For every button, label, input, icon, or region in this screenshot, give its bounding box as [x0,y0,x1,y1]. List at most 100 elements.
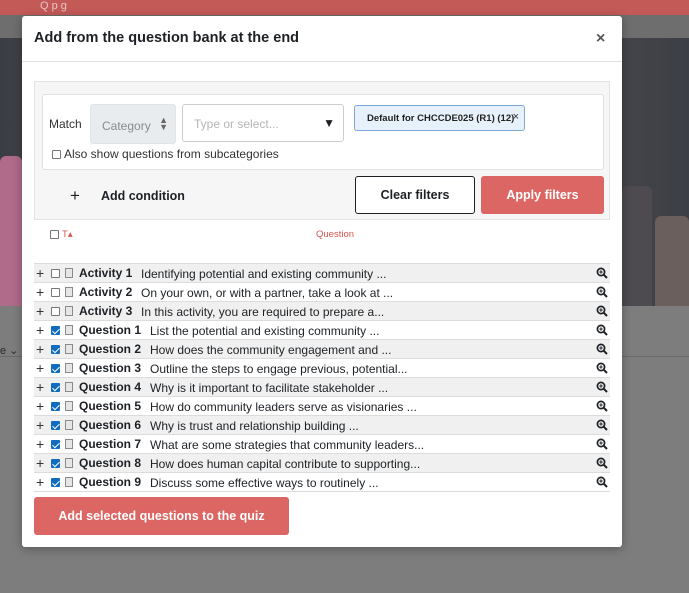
subcategories-checkbox[interactable] [52,149,61,159]
preview-zoom-icon[interactable] [596,457,608,469]
question-text: In this activity, you are required to pr… [141,305,385,319]
question-type-icon [65,363,73,373]
expand-plus-icon[interactable]: + [36,435,44,453]
question-name: Activity 3 [79,304,133,318]
expand-plus-icon[interactable]: + [36,378,44,396]
category-search-input[interactable]: Type or select... ▼ [182,104,344,142]
dropdown-caret-icon[interactable]: ▼ [323,116,335,130]
table-row[interactable]: + Question 8 How does human capital contri… [34,454,610,473]
question-type-icon [65,268,73,278]
question-text: How does human capital contribute to sup… [150,457,421,471]
question-name: Question 7 [79,437,142,451]
plus-icon: + [70,186,80,205]
clear-filters-button[interactable]: Clear filters [355,176,475,214]
table-row[interactable]: + Question 6 Why is trust and relationship… [34,416,610,435]
preview-zoom-icon[interactable] [596,324,608,336]
question-type-icon [65,401,73,411]
expand-plus-icon[interactable]: + [36,302,44,320]
preview-zoom-icon[interactable] [596,267,608,279]
question-text: What are some strategies that community … [150,438,425,452]
match-label: Match [49,117,82,131]
question-name: Activity 2 [79,285,133,299]
question-name: Question 9 [79,475,142,489]
table-row[interactable]: + Question 2 How does the community engage… [34,340,610,359]
question-name: Question 3 [79,361,142,375]
preview-zoom-icon[interactable] [596,476,608,488]
category-select[interactable]: Category ▲ ▼ [90,104,176,144]
row-checkbox[interactable] [51,440,60,449]
question-text: On your own, or with a partner, take a l… [141,286,394,300]
table-row[interactable]: + Question 9 Discuss some effective ways t… [34,473,610,492]
expand-plus-icon[interactable]: + [36,454,44,472]
question-type-icon [65,325,73,335]
question-type-icon [65,287,73,297]
table-row[interactable]: + Activity 3 In this activity, you are req… [34,302,610,321]
select-all-checkbox[interactable] [50,230,59,239]
question-type-icon [65,306,73,316]
question-type-icon [65,458,73,468]
preview-zoom-icon[interactable] [596,286,608,298]
preview-zoom-icon[interactable] [596,400,608,412]
question-type-icon [65,344,73,354]
sort-arrows-icon: ▲ ▼ [159,115,168,132]
expand-plus-icon[interactable]: + [36,416,44,434]
background-title: Q p g [40,0,67,12]
question-name: Question 1 [79,323,142,337]
question-column-header[interactable]: Question [316,229,354,240]
selected-category-tag: Default for CHCCDE025 (R1) (12) × [354,105,525,131]
table-row[interactable]: + Question 3 Outline the steps to engage p… [34,359,610,378]
expand-plus-icon[interactable]: + [36,359,44,377]
subcategories-label: Also show questions from subcategories [64,147,279,161]
question-text: How does the community engagement and ..… [150,343,392,357]
row-checkbox[interactable] [51,402,60,411]
apply-filters-button[interactable]: Apply filters [481,176,604,214]
preview-zoom-icon[interactable] [596,305,608,317]
table-row[interactable]: + Activity 1 Identifying potential and exi… [34,264,610,283]
expand-plus-icon[interactable]: + [36,473,44,491]
row-checkbox[interactable] [51,459,60,468]
subcategories-option[interactable]: Also show questions from subcategories [52,147,279,161]
row-checkbox[interactable] [51,288,60,297]
row-checkbox[interactable] [51,364,60,373]
expand-plus-icon[interactable]: + [36,321,44,339]
filter-panel: Match Category ▲ ▼ Type or select... ▼ De… [34,81,610,220]
add-selected-questions-button[interactable]: Add selected questions to the quiz [34,497,289,535]
question-name: Activity 1 [79,266,133,280]
table-row[interactable]: + Question 1 List the potential and existi… [34,321,610,340]
type-column-header[interactable]: T ▴ [50,229,73,240]
question-type-icon [65,382,73,392]
row-checkbox[interactable] [51,383,60,392]
row-checkbox[interactable] [51,269,60,278]
sort-ascending-icon: ▴ [67,229,73,240]
modal-title: Add from the question bank at the end [34,30,300,46]
close-icon[interactable]: × [596,30,605,48]
row-checkbox[interactable] [51,421,60,430]
row-checkbox[interactable] [51,345,60,354]
preview-zoom-icon[interactable] [596,343,608,355]
background-chevron-down-icon: e ⌄ [0,345,19,357]
question-name: Question 5 [79,399,142,413]
question-text: How do community leaders serve as vision… [150,400,417,414]
table-row[interactable]: + Question 4 Why is it important to facili… [34,378,610,397]
preview-zoom-icon[interactable] [596,419,608,431]
table-row[interactable]: + Question 7 What are some strategies that… [34,435,610,454]
add-condition-button[interactable]: + Add condition [70,186,185,206]
preview-zoom-icon[interactable] [596,381,608,393]
row-checkbox[interactable] [51,326,60,335]
question-text: Identifying potential and existing commu… [141,267,387,281]
category-select-label: Category [102,119,151,133]
preview-zoom-icon[interactable] [596,362,608,374]
table-row[interactable]: + Activity 2 On your own, or with a partne… [34,283,610,302]
modal-header: Add from the question bank at the end × [22,16,622,62]
table-row[interactable]: + Question 5 How do community leaders serv… [34,397,610,416]
question-name: Question 8 [79,456,142,470]
expand-plus-icon[interactable]: + [36,264,44,282]
row-checkbox[interactable] [51,307,60,316]
expand-plus-icon[interactable]: + [36,283,44,301]
question-type-icon [65,420,73,430]
row-checkbox[interactable] [51,478,60,487]
remove-tag-icon[interactable]: × [513,111,519,123]
expand-plus-icon[interactable]: + [36,340,44,358]
expand-plus-icon[interactable]: + [36,397,44,415]
preview-zoom-icon[interactable] [596,438,608,450]
